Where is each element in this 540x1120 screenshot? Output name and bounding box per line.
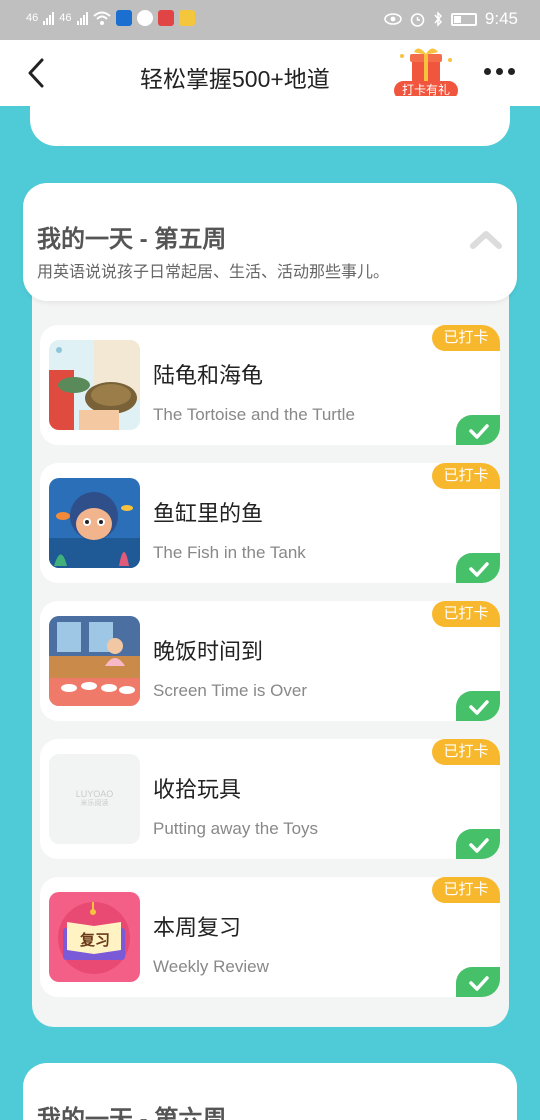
status-right: 9:45 bbox=[384, 9, 518, 29]
chat-app-icon bbox=[136, 10, 153, 26]
lesson-card[interactable]: LUYOAO 米乐阅读 收拾玩具 Putting away the Toys 已… bbox=[40, 739, 500, 859]
check-icon bbox=[456, 553, 500, 583]
more-icon[interactable] bbox=[484, 68, 515, 75]
eye-icon bbox=[384, 13, 402, 25]
lesson-thumbnail: 复习 bbox=[49, 892, 140, 982]
lesson-title: 陆龟和海龟 bbox=[153, 363, 264, 388]
signal-icon-2 bbox=[76, 11, 88, 25]
placeholder-logo-line1: LUYOAO bbox=[75, 789, 114, 799]
placeholder-logo: LUYOAO 米乐阅读 bbox=[49, 789, 140, 809]
alarm-icon bbox=[410, 12, 425, 27]
mail-app-icon bbox=[178, 10, 195, 26]
chevron-up-icon[interactable] bbox=[469, 227, 503, 251]
lesson-thumbnail bbox=[49, 340, 140, 430]
lesson-title: 鱼缸里的鱼 bbox=[153, 501, 264, 526]
lesson-subtitle: Screen Time is Over bbox=[153, 681, 307, 700]
back-arrow-icon[interactable] bbox=[22, 56, 52, 90]
checked-in-badge: 已打卡 bbox=[432, 601, 500, 627]
network-type-2: 46 bbox=[59, 12, 72, 24]
week-header-next[interactable]: 我的一天 - 第六周 bbox=[23, 1063, 517, 1120]
check-icon bbox=[456, 967, 500, 997]
checkin-gift-button[interactable]: 打卡有礼 bbox=[394, 46, 458, 102]
week-subtitle: 用英语说说孩子日常起居、生活、活动那些事儿。 bbox=[37, 264, 390, 281]
checked-in-badge: 已打卡 bbox=[432, 877, 500, 903]
week-header[interactable]: 我的一天 - 第五周 用英语说说孩子日常起居、生活、活动那些事儿。 bbox=[23, 183, 517, 301]
turtle-illustration-icon bbox=[49, 340, 140, 430]
wifi-icon bbox=[92, 11, 111, 25]
red-app-icon bbox=[157, 10, 174, 26]
lesson-thumbnail bbox=[49, 616, 140, 706]
placeholder-logo-line2: 米乐阅读 bbox=[80, 800, 109, 807]
lesson-title: 本周复习 bbox=[153, 915, 242, 940]
lesson-title: 晚饭时间到 bbox=[153, 639, 264, 664]
lesson-subtitle: Weekly Review bbox=[153, 957, 269, 976]
lesson-card[interactable]: 复习 本周复习 Weekly Review 已打卡 bbox=[40, 877, 500, 997]
lesson-subtitle: Putting away the Toys bbox=[153, 819, 319, 838]
lesson-subtitle: The Fish in the Tank bbox=[153, 543, 306, 562]
checked-in-badge: 已打卡 bbox=[432, 739, 500, 765]
lesson-card[interactable]: 鱼缸里的鱼 The Fish in the Tank 已打卡 bbox=[40, 463, 500, 583]
dinner-illustration-icon bbox=[49, 616, 140, 706]
signal-icon bbox=[43, 11, 55, 25]
checked-in-badge: 已打卡 bbox=[432, 325, 500, 351]
review-thumb-label: 复习 bbox=[79, 932, 110, 949]
gift-icon bbox=[400, 48, 452, 82]
battery-icon bbox=[450, 12, 477, 26]
bluetooth-icon bbox=[434, 11, 442, 27]
fish-tank-illustration-icon bbox=[49, 478, 140, 568]
status-left: 46 46 bbox=[26, 10, 195, 26]
check-icon bbox=[456, 829, 500, 859]
week-title: 我的一天 - 第五周 bbox=[37, 226, 227, 253]
lesson-thumbnail bbox=[49, 478, 140, 568]
check-icon bbox=[456, 415, 500, 445]
page-title: 轻松掌握500+地道 bbox=[140, 66, 330, 92]
check-icon bbox=[456, 691, 500, 721]
week-title: 我的一天 - 第六周 bbox=[37, 1106, 227, 1120]
lesson-card[interactable]: 晚饭时间到 Screen Time is Over 已打卡 bbox=[40, 601, 500, 721]
network-type-1: 46 bbox=[26, 12, 39, 24]
status-bar: 46 46 9:45 bbox=[0, 0, 540, 40]
checked-in-badge: 已打卡 bbox=[432, 463, 500, 489]
status-time: 9:45 bbox=[484, 9, 518, 28]
previous-week-card bbox=[30, 96, 510, 146]
lesson-title: 收拾玩具 bbox=[153, 777, 242, 802]
lesson-subtitle: The Tortoise and the Turtle bbox=[153, 405, 355, 424]
lesson-card[interactable]: 陆龟和海龟 The Tortoise and the Turtle 已打卡 bbox=[40, 325, 500, 445]
lesson-thumbnail-placeholder: LUYOAO 米乐阅读 bbox=[49, 754, 140, 844]
shield-app-icon bbox=[115, 10, 132, 26]
